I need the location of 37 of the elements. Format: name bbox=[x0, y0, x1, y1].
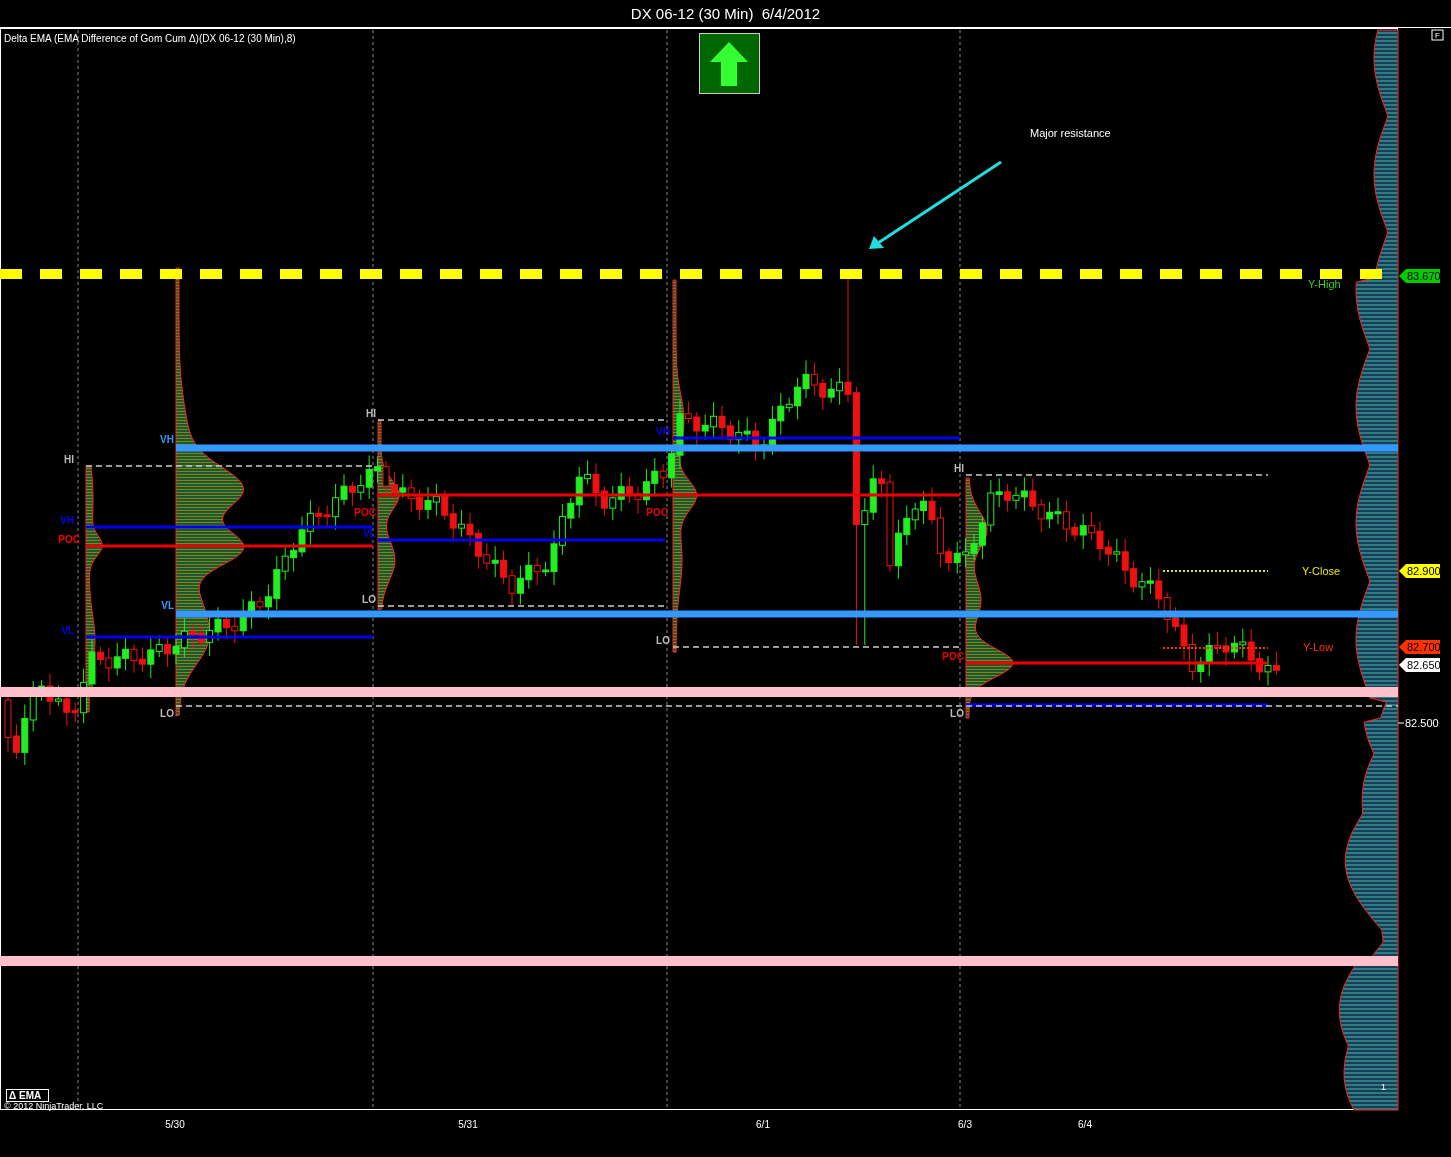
price-tag: 82.900 bbox=[1399, 564, 1441, 578]
legend-label: Δ EMA bbox=[6, 1089, 49, 1102]
level-marker-label: VH bbox=[60, 515, 74, 526]
date-axis-label: 6/3 bbox=[958, 1119, 972, 1130]
date-axis-label: 5/30 bbox=[165, 1119, 185, 1130]
level-marker-label: VL bbox=[61, 625, 74, 636]
indicator-label: Delta EMA (EMA Difference of Gom Cum Δ)(DX 06-12 (30 Min),8) bbox=[4, 33, 296, 44]
level-marker-label: POC bbox=[646, 507, 668, 518]
level-marker-label: POC bbox=[942, 651, 964, 662]
level-marker-label: LO bbox=[160, 708, 174, 719]
price-tag: 82.650 bbox=[1399, 658, 1441, 672]
level-marker-label: LO bbox=[656, 635, 670, 646]
window-title: DX 06-12 (30 Min) 6/4/2012 bbox=[630, 5, 821, 22]
level-marker-label: POC bbox=[354, 507, 376, 518]
level-marker-label: VL bbox=[161, 600, 174, 611]
copyright-text: © 2012 NinjaTrader, LLC bbox=[4, 1101, 104, 1111]
level-marker-label: POC bbox=[58, 534, 80, 545]
date-axis-label: 6/1 bbox=[756, 1119, 770, 1130]
panel-button[interactable]: F bbox=[1431, 29, 1444, 41]
level-marker-label: LO bbox=[362, 594, 376, 605]
axis-tick-label: 82.500 bbox=[1397, 717, 1439, 729]
annotation-text: Major resistance bbox=[1030, 127, 1111, 139]
price-level-label: Y-Close bbox=[1302, 565, 1341, 577]
level-marker-label: VH bbox=[160, 434, 174, 445]
level-marker-label: HI bbox=[366, 408, 376, 419]
date-axis-label: 6/4 bbox=[1078, 1119, 1092, 1130]
date-axis-label: 5/31 bbox=[458, 1119, 478, 1130]
level-marker-label: VL bbox=[363, 528, 376, 539]
level-marker-label: HI bbox=[64, 454, 74, 465]
price-level-label: Y-High bbox=[1308, 278, 1341, 290]
price-tag: 82.700 bbox=[1399, 640, 1441, 654]
price-level-label: Y-Low bbox=[1303, 641, 1334, 653]
price-tag: 83.670 bbox=[1399, 269, 1441, 283]
panel-number: 1 bbox=[1381, 1082, 1386, 1092]
level-marker-label: VH bbox=[656, 426, 670, 437]
level-marker-label: LO bbox=[950, 708, 964, 719]
level-marker-label: HI bbox=[954, 463, 964, 474]
